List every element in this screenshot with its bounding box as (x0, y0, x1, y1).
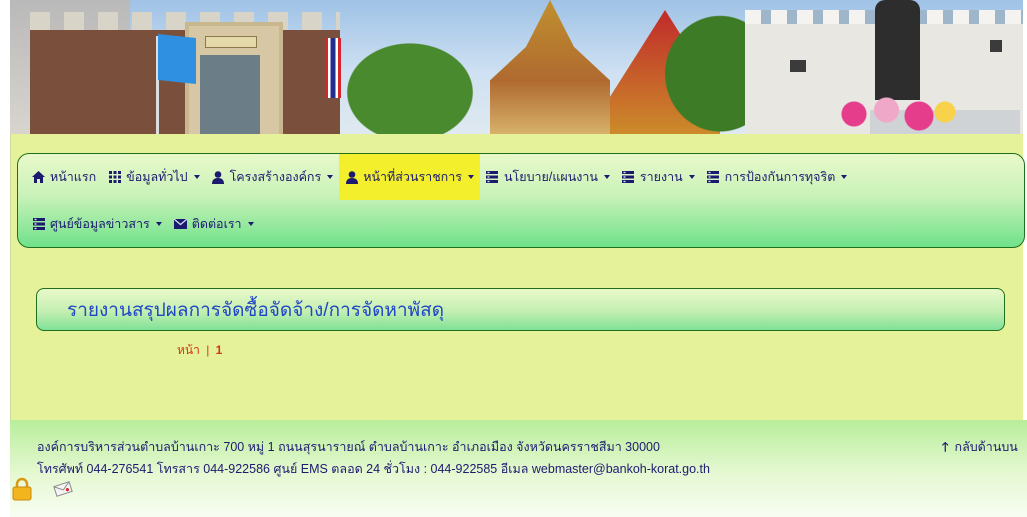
page-title: รายงานสรุปผลการจัดซื้อจัดจ้าง/การจัดหาพั… (67, 299, 445, 321)
caret-down-icon (688, 175, 695, 179)
nav-item-label: หน้าที่ส่วนราชการ (363, 170, 462, 184)
page-title-box: รายงานสรุปผลการจัดซื้อจัดจ้าง/การจัดหาพั… (36, 288, 1005, 331)
tasks-icon (486, 171, 499, 184)
lock-icon[interactable] (12, 477, 32, 501)
user-icon (212, 170, 225, 184)
nav-item-anti-corruption[interactable]: การป้องกันการทุจริต (701, 154, 854, 200)
th-icon (108, 171, 121, 184)
nav-item-department-duties[interactable]: หน้าที่ส่วนราชการ (339, 154, 480, 200)
nav-item-label: หน้าแรก (50, 170, 97, 184)
nav-item-label: นโยบาย/แผนงาน (503, 170, 598, 184)
pagination-label: หน้า (177, 343, 200, 357)
tasks-icon (707, 171, 720, 184)
pagination-page-1[interactable]: 1 (216, 343, 223, 357)
pagination: หน้า | 1 (177, 341, 222, 360)
mail-icon[interactable] (52, 481, 74, 497)
nav-item-label: รายงาน (639, 170, 683, 184)
footer-address: องค์การบริหารส่วนตำบลบ้านเกาะ 700 หมู่ 1… (37, 440, 660, 454)
nav-item-org-structure[interactable]: โครงสร้างองค์กร (206, 154, 340, 200)
footer-contact: โทรศัพท์ 044-276541 โทรสาร 044-922586 ศู… (37, 462, 710, 476)
nav-row-2: ศูนย์ข้อมูลข่าวสาร ติดต่อเรา (26, 201, 260, 247)
nav-item-reports[interactable]: รายงาน (616, 154, 701, 200)
nav-item-label: ศูนย์ข้อมูลข่าวสาร (50, 217, 150, 231)
nav-row-1: หน้าแรก ข้อมูลทั่วไป โครงสร้างองค์กร หน้… (26, 154, 853, 200)
nav-item-contact[interactable]: ติดต่อเรา (168, 201, 260, 247)
envelope-icon (173, 218, 187, 231)
caret-down-icon (467, 175, 474, 179)
nav-item-policy-plan[interactable]: นโยบาย/แผนงาน (480, 154, 616, 200)
tasks-icon (32, 218, 45, 231)
caret-down-icon (327, 175, 334, 179)
header-banner-image (10, 0, 1023, 134)
nav-item-label: โครงสร้างองค์กร (229, 170, 322, 184)
nav-item-label: การป้องกันการทุจริต (724, 170, 836, 184)
tasks-icon (622, 171, 635, 184)
caret-down-icon (841, 175, 848, 179)
nav-item-info-center[interactable]: ศูนย์ข้อมูลข่าวสาร (26, 201, 168, 247)
home-icon (32, 171, 45, 184)
caret-down-icon (155, 222, 162, 226)
back-to-top-label: กลับด้านบน (954, 440, 1018, 454)
nav-item-general-info[interactable]: ข้อมูลทั่วไป (102, 154, 205, 200)
nav-item-label: ติดต่อเรา (191, 217, 242, 231)
user-icon (345, 170, 358, 184)
caret-down-icon (247, 222, 254, 226)
back-to-top-link[interactable]: 🡑 กลับด้านบน (942, 437, 1018, 459)
footer: องค์การบริหารส่วนตำบลบ้านเกาะ 700 หมู่ 1… (10, 420, 1027, 517)
arrow-up-icon: 🡑 (942, 440, 949, 454)
nav-item-label: ข้อมูลทั่วไป (126, 170, 188, 184)
pagination-separator: | (206, 343, 210, 357)
caret-down-icon (193, 175, 200, 179)
main-navigation: หน้าแรก ข้อมูลทั่วไป โครงสร้างองค์กร หน้… (17, 153, 1025, 248)
caret-down-icon (603, 175, 610, 179)
nav-item-home[interactable]: หน้าแรก (26, 154, 102, 200)
